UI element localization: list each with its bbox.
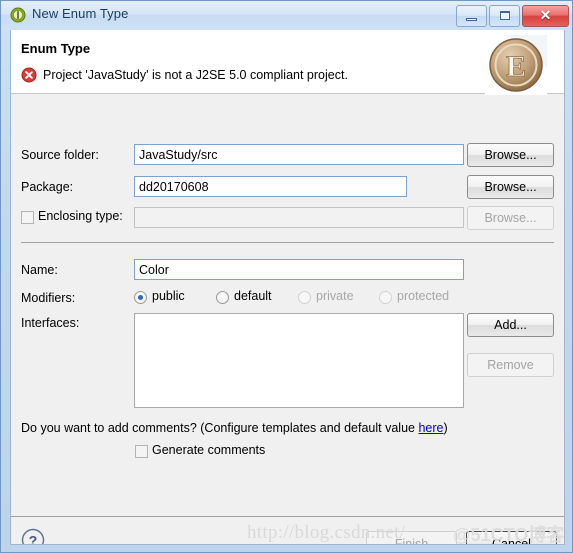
enclosing-type-checkbox[interactable]	[21, 211, 34, 224]
dialog-client-area: Enum Type Project 'JavaStudy' is not a J…	[10, 30, 565, 545]
name-input[interactable]	[134, 259, 464, 280]
modifier-label-public: public	[152, 289, 185, 303]
comments-question-prefix: Do you want to add comments? (Configure …	[21, 421, 419, 435]
interfaces-label: Interfaces:	[21, 316, 80, 330]
modifier-radio-protected[interactable]	[379, 291, 392, 304]
package-label: Package:	[21, 180, 74, 194]
source-folder-browse-button[interactable]: Browse...	[467, 143, 554, 167]
svg-text:?: ?	[29, 533, 38, 546]
enum-type-icon	[10, 7, 26, 23]
modifier-label-default: default	[234, 289, 272, 303]
footer-divider	[11, 516, 564, 517]
enclosing-type-input[interactable]	[134, 207, 464, 228]
window-controls: ✕	[456, 5, 569, 27]
modifier-radio-default[interactable]	[216, 291, 229, 304]
window-title: New Enum Type	[32, 6, 129, 21]
modifier-label-private: private	[316, 289, 354, 303]
enclosing-type-browse-button[interactable]: Browse...	[467, 206, 554, 230]
dialog-content: Source folder: Browse... Package: Browse…	[11, 94, 564, 546]
package-browse-button[interactable]: Browse...	[467, 175, 554, 199]
generate-comments-label: Generate comments	[152, 443, 266, 457]
minimize-icon	[466, 18, 477, 21]
configure-templates-link[interactable]: here	[418, 421, 443, 435]
page-title: Enum Type	[21, 41, 91, 56]
new-enum-type-dialog: New Enum Type ✕ Enum Type Project 'JavaS…	[0, 0, 573, 553]
title-bar: New Enum Type ✕	[1, 1, 572, 30]
restore-button[interactable]	[489, 5, 520, 27]
modifiers-label: Modifiers:	[21, 291, 76, 305]
svg-text:E: E	[506, 50, 526, 83]
modifier-radio-public[interactable]	[134, 291, 147, 304]
package-input[interactable]	[134, 176, 407, 197]
modifier-label-protected: protected	[397, 289, 450, 303]
validation-message: Project 'JavaStudy' is not a J2SE 5.0 co…	[43, 68, 348, 82]
enclosing-type-label: Enclosing type:	[38, 209, 123, 223]
name-label: Name:	[21, 263, 58, 277]
watermark-url: http://blog.csdn.net/	[247, 522, 406, 543]
source-folder-label: Source folder:	[21, 148, 99, 162]
section-divider-top	[21, 242, 554, 243]
help-icon[interactable]: ?	[20, 527, 46, 546]
error-icon	[21, 67, 37, 83]
watermark-brand: @51CTO博客	[453, 525, 565, 545]
remove-interface-button[interactable]: Remove	[467, 353, 554, 377]
comments-question-suffix: )	[443, 421, 448, 435]
close-button[interactable]: ✕	[522, 5, 569, 27]
add-interface-button[interactable]: Add...	[467, 313, 554, 337]
source-folder-input[interactable]	[134, 144, 464, 165]
enum-banner-icon: E	[485, 35, 547, 95]
minimize-button[interactable]	[456, 5, 487, 27]
dialog-header: Enum Type Project 'JavaStudy' is not a J…	[11, 30, 564, 95]
comments-question: Do you want to add comments? (Configure …	[21, 421, 448, 435]
modifier-radio-private[interactable]	[298, 291, 311, 304]
restore-icon	[500, 11, 510, 20]
close-icon: ✕	[539, 7, 552, 23]
generate-comments-checkbox[interactable]	[135, 445, 148, 458]
interfaces-list[interactable]	[134, 313, 464, 408]
